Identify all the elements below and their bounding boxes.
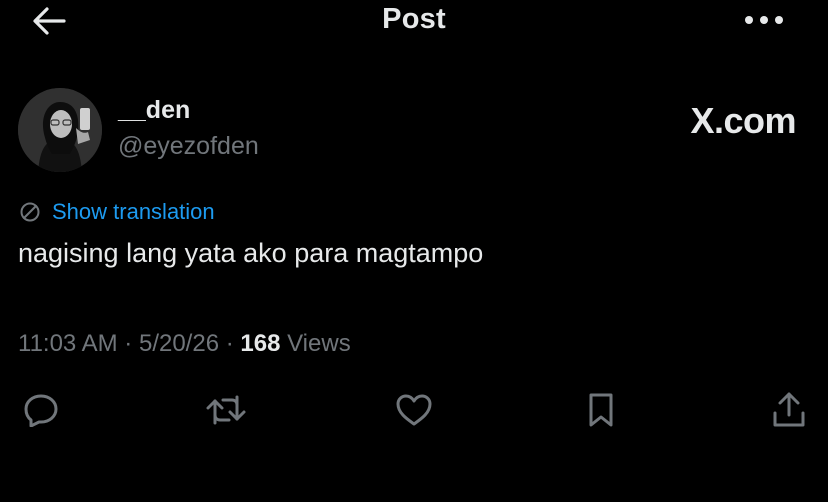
like-button[interactable] [392, 388, 436, 432]
show-translation-link[interactable]: Show translation [18, 197, 215, 227]
author-handle[interactable]: @eyezofden [118, 132, 259, 161]
avatar[interactable] [18, 88, 102, 172]
meta-separator: · [225, 330, 234, 357]
post-text: nagising lang yata ako para magtampo [18, 238, 484, 268]
post-meta: 11:03 AM · 5/20/26 · 168 Views [18, 330, 351, 358]
more-options-button[interactable] [738, 6, 790, 34]
repost-button[interactable] [204, 388, 248, 432]
reply-icon [23, 393, 59, 427]
show-translation-label: Show translation [52, 199, 215, 224]
share-button[interactable] [767, 388, 811, 432]
page-title: Post [382, 3, 446, 35]
watermark-logo: X.com [690, 100, 796, 141]
action-bar [0, 388, 828, 432]
author-display-name[interactable]: __den [118, 96, 190, 125]
more-horizontal-icon [744, 15, 784, 25]
heart-icon [395, 393, 433, 427]
globe-slash-icon [18, 200, 42, 224]
post-date[interactable]: 5/20/26 [139, 330, 219, 357]
bookmark-icon [586, 392, 616, 428]
bookmark-button[interactable] [579, 388, 623, 432]
reply-button[interactable] [19, 388, 63, 432]
share-icon [772, 391, 806, 429]
repost-icon [205, 393, 247, 427]
meta-separator: · [124, 330, 133, 357]
views-count: 168 [240, 330, 281, 357]
views-label: Views [287, 330, 351, 357]
top-bar: Post [0, 0, 828, 44]
post-time[interactable]: 11:03 AM [18, 330, 118, 357]
